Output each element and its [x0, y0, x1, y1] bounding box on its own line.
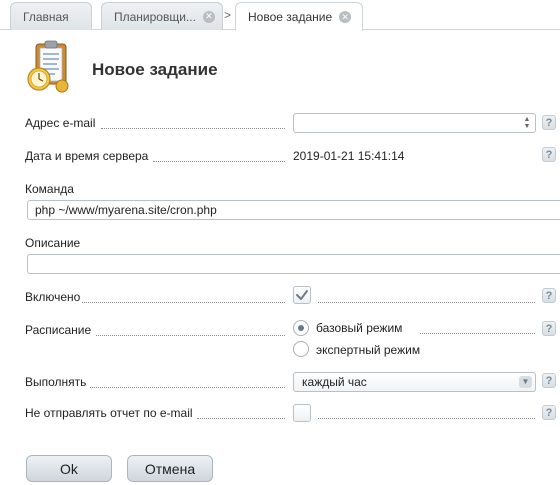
tab-home-label: Главная	[23, 9, 69, 24]
schedule-expert-label: экспертный режим	[316, 343, 421, 357]
schedule-label-text: Расписание	[25, 323, 92, 337]
execute-label: Выполнять	[25, 375, 86, 389]
cancel-button[interactable]: Отмена	[127, 455, 213, 482]
server-time-label: Дата и время сервера	[25, 149, 148, 163]
leader-dots	[101, 128, 285, 129]
help-icon[interactable]: ?	[542, 321, 556, 336]
close-icon[interactable]: ✕	[339, 11, 352, 23]
task-clipboard-clock-icon	[27, 40, 69, 93]
page-title: Новое задание	[92, 60, 218, 79]
enabled-checkbox[interactable]	[293, 286, 311, 304]
tab-new-task[interactable]: Новое задание ✕	[235, 2, 363, 31]
leader-dots	[197, 418, 285, 419]
execute-label-text: Выполнять	[25, 375, 87, 389]
schedule-basic-radio[interactable]	[293, 320, 309, 336]
email-label: Адрес e-mail	[25, 116, 95, 130]
command-input[interactable]: php ~/www/myarena.site/cron.php	[27, 200, 560, 220]
no-email-report-label: Не отправлять отчет по e-mail	[25, 406, 193, 420]
help-icon[interactable]: ?	[542, 405, 556, 420]
no-email-report-checkbox[interactable]	[293, 404, 311, 422]
tab-separator-icon: >	[224, 8, 232, 22]
leader-dots	[82, 302, 285, 303]
leader-dots	[153, 161, 285, 162]
schedule-expert-radio[interactable]	[293, 341, 309, 357]
leader-dots	[96, 335, 285, 336]
close-icon[interactable]: ✕	[202, 10, 215, 23]
ok-button[interactable]: Ok	[26, 455, 112, 482]
enabled-label-text: Включено	[25, 290, 81, 304]
help-icon[interactable]: ?	[542, 288, 556, 303]
email-label-text: Адрес e-mail	[25, 116, 96, 130]
chevron-down-icon[interactable]: ▼	[519, 376, 532, 388]
help-icon[interactable]: ?	[542, 115, 556, 130]
server-time-label-text: Дата и время сервера	[25, 149, 149, 163]
email-select[interactable]: ▲ ▼	[293, 113, 536, 133]
help-icon[interactable]: ?	[542, 147, 556, 162]
tab-scheduler-label: Планировщи...	[114, 9, 196, 24]
tab-new-task-label: Новое задание	[248, 10, 333, 24]
execute-dropdown-value: каждый час	[302, 375, 367, 389]
schedule-basic-label: базовый режим	[316, 321, 403, 335]
tab-home[interactable]: Главная	[10, 2, 92, 30]
description-label: Описание	[25, 236, 81, 250]
tab-bar: Главная Планировщи... ✕ > Новое задание …	[0, 0, 560, 31]
tab-scheduler[interactable]: Планировщи... ✕	[101, 2, 223, 30]
leader-dots	[318, 418, 535, 419]
execute-dropdown[interactable]: каждый час ▼	[293, 372, 536, 392]
description-input[interactable]	[27, 254, 560, 274]
leader-dots	[420, 333, 535, 334]
leader-dots	[318, 302, 535, 303]
leader-dots	[90, 387, 285, 388]
command-label: Команда	[25, 182, 74, 196]
server-time-value: 2019-01-21 15:41:14	[293, 149, 405, 163]
schedule-label: Расписание	[25, 323, 91, 337]
enabled-label: Включено	[25, 290, 80, 304]
checkmark-icon	[296, 290, 308, 300]
help-icon[interactable]: ?	[542, 373, 556, 388]
no-email-report-label-text: Не отправлять отчет по e-mail	[25, 406, 193, 420]
spinner-arrows-icon[interactable]: ▲ ▼	[523, 116, 531, 130]
